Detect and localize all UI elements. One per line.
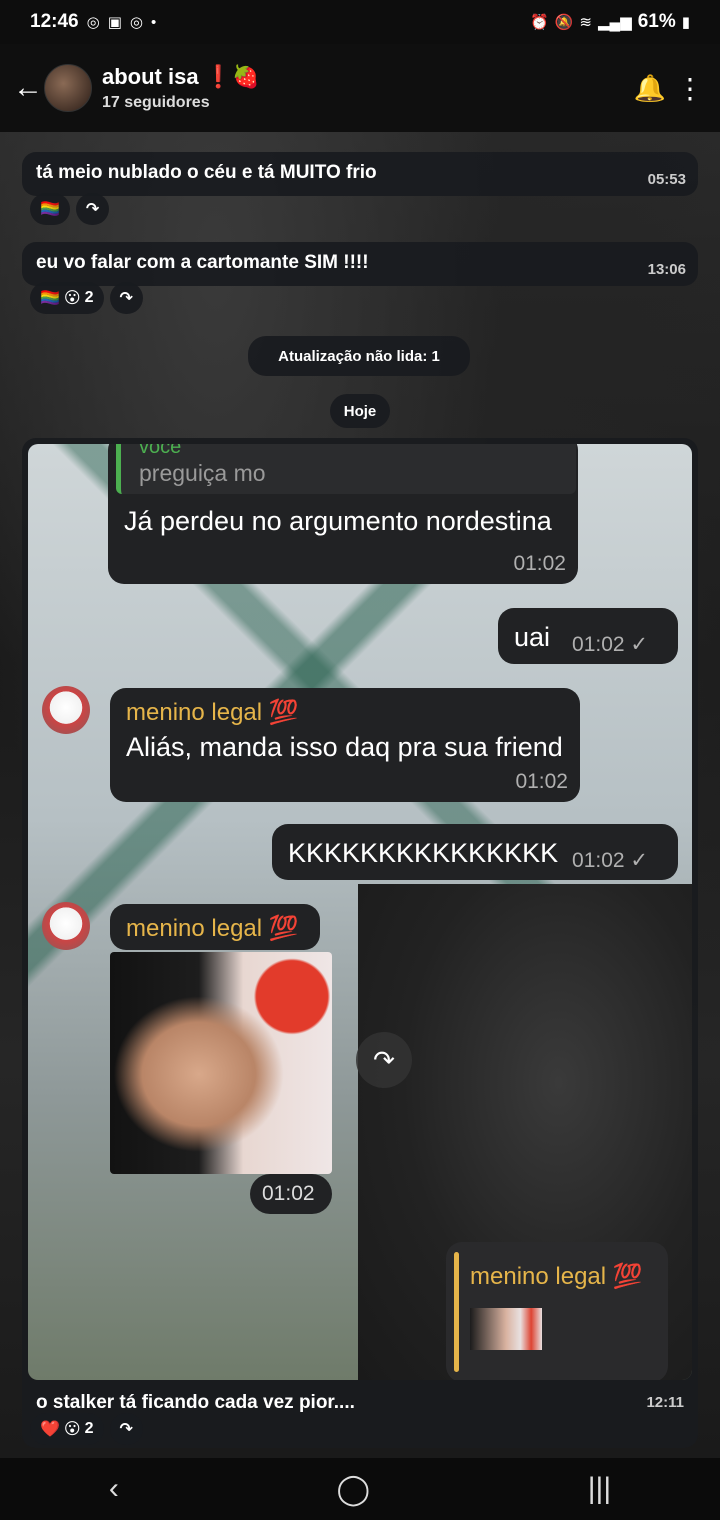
reply-thumbnail [470, 1308, 542, 1350]
forward-icon: ↷ [85, 201, 100, 218]
alarm-icon: ⏰ [530, 14, 549, 31]
incoming-message: menino legal 💯 [110, 904, 320, 950]
heart-icon: ❤️ [40, 1421, 60, 1438]
surprised-face-icon: 😮 [63, 1421, 81, 1438]
reactions-row: 🏳️‍🌈 ↷ [30, 193, 110, 225]
status-time: 12:46 [30, 11, 79, 32]
status-bar: 12:46 ◎ ▣ ◎ • ⏰ 🔕 ≋ ▂▄▆ 61% ▮ [0, 0, 720, 44]
photo-message [110, 952, 332, 1174]
channel-info[interactable]: about isa ❗🍓 17 seguidores [102, 64, 259, 112]
channel-header: ← about isa ❗🍓 17 seguidores 🔔 ⋮ [0, 44, 720, 132]
gallery-icon: ▣ [107, 14, 122, 31]
forward-icon: ↷ [119, 1421, 133, 1438]
bell-icon[interactable]: 🔔 [630, 73, 670, 104]
sender-avatar [42, 902, 90, 950]
surprised-face-icon: 😮 [63, 290, 81, 307]
quote-text: preguiça mo [139, 460, 266, 486]
wifi-icon: ≋ [579, 14, 592, 31]
mute-icon: 🔕 [554, 14, 574, 31]
more-vert-icon[interactable]: ⋮ [670, 72, 710, 105]
rainbow-flag-icon: 🏳️‍🌈 [40, 290, 60, 307]
rainbow-flag-icon: 🏳️‍🌈 [40, 201, 60, 218]
nav-recents-icon[interactable]: ||| [588, 1472, 611, 1506]
battery-percent: 61% [637, 11, 676, 32]
reaction-chip[interactable]: ❤️ 😮 2 [30, 1413, 104, 1445]
outgoing-reply: menino legal 💯 [446, 1242, 668, 1380]
message-text: KKKKKKKKKKKKKKK [288, 838, 559, 868]
battery-icon: ▮ [681, 14, 690, 31]
forward-icon: ↷ [119, 290, 133, 307]
reactions-row: 🏳️‍🌈 😮 2 ↷ [30, 282, 143, 314]
forward-button[interactable]: ↷ [75, 193, 110, 225]
incoming-message: você preguiça mo Já perdeu no argumento … [108, 444, 578, 584]
reaction-chip[interactable]: 🏳️‍🌈 [30, 193, 70, 225]
outgoing-message: uai 01:02 ✓ [498, 608, 678, 664]
message-text: uai [514, 622, 551, 652]
quote-sender: você [139, 444, 182, 458]
post-text: tá meio nublado o céu e tá MUITO frio [36, 162, 377, 183]
post-time: 12:11 [646, 1394, 684, 1411]
dot-icon: • [150, 13, 157, 31]
reaction-chip[interactable]: 🏳️‍🌈 😮 2 [30, 282, 104, 314]
post-time: 13:06 [647, 261, 686, 278]
incoming-message: menino legal 💯 Aliás, manda isso daq pra… [110, 688, 580, 802]
message-time: 01:02 ✓ [572, 849, 648, 872]
reactions-row: ❤️ 😮 2 ↷ [30, 1413, 143, 1445]
forward-button[interactable]: ↷ [109, 282, 143, 314]
channel-post[interactable]: tá meio nublado o céu e tá MUITO frio 05… [22, 152, 698, 196]
message-time: 01:02 [262, 1182, 315, 1205]
message-text: Aliás, manda isso daq pra sua friend [126, 732, 563, 762]
whatsapp-icon: ◎ [86, 14, 100, 31]
unread-label: Atualização não lida: 1 [278, 347, 440, 365]
forward-circle-icon: ↷ [356, 1032, 412, 1088]
post-time: 05:53 [647, 171, 686, 188]
message-time: 01:02 ✓ [572, 633, 648, 656]
channel-title: about isa ❗🍓 [102, 64, 260, 89]
whatsapp-icon: ◎ [129, 14, 143, 31]
reply-sender: menino legal 💯 [470, 1263, 643, 1290]
message-time: 01:02 [515, 770, 568, 793]
system-nav-bar: ‹ ◯ ||| [0, 1458, 720, 1520]
sender-name: menino legal 💯 [126, 699, 299, 726]
channel-avatar[interactable] [44, 64, 92, 112]
channel-subtitle: 17 seguidores [102, 94, 210, 111]
sender-avatar [42, 686, 90, 734]
reaction-count: 2 [84, 289, 94, 306]
reaction-count: 2 [84, 1420, 94, 1437]
sender-name: menino legal 💯 [126, 915, 299, 942]
outgoing-message: KKKKKKKKKKKKKKK 01:02 ✓ [272, 824, 678, 880]
reply-bar [454, 1252, 459, 1372]
screenshot-image[interactable]: você preguiça mo Já perdeu no argumento … [28, 444, 692, 1380]
message-time: 01:02 [513, 552, 566, 575]
date-pill: Hoje [330, 394, 390, 428]
photo-time-badge: 01:02 [250, 1174, 332, 1214]
message-text: Já perdeu no argumento nordestina [124, 506, 552, 536]
nav-back-icon[interactable]: ‹ [109, 1472, 119, 1506]
channel-post[interactable]: eu vo falar com a cartomante SIM !!!! 13… [22, 242, 698, 286]
reply-quote: você preguiça mo [116, 444, 576, 494]
date-label: Hoje [343, 402, 377, 420]
nav-home-icon[interactable]: ◯ [337, 1472, 371, 1507]
image-post[interactable]: você preguiça mo Já perdeu no argumento … [22, 438, 698, 1448]
post-caption: o stalker tá ficando cada vez pior.... [36, 1392, 355, 1413]
post-text: eu vo falar com a cartomante SIM !!!! [36, 252, 369, 273]
forward-button[interactable]: ↷ [109, 1413, 143, 1445]
unread-divider: Atualização não lida: 1 [248, 336, 470, 376]
signal-icon: ▂▄▆ [598, 14, 632, 31]
